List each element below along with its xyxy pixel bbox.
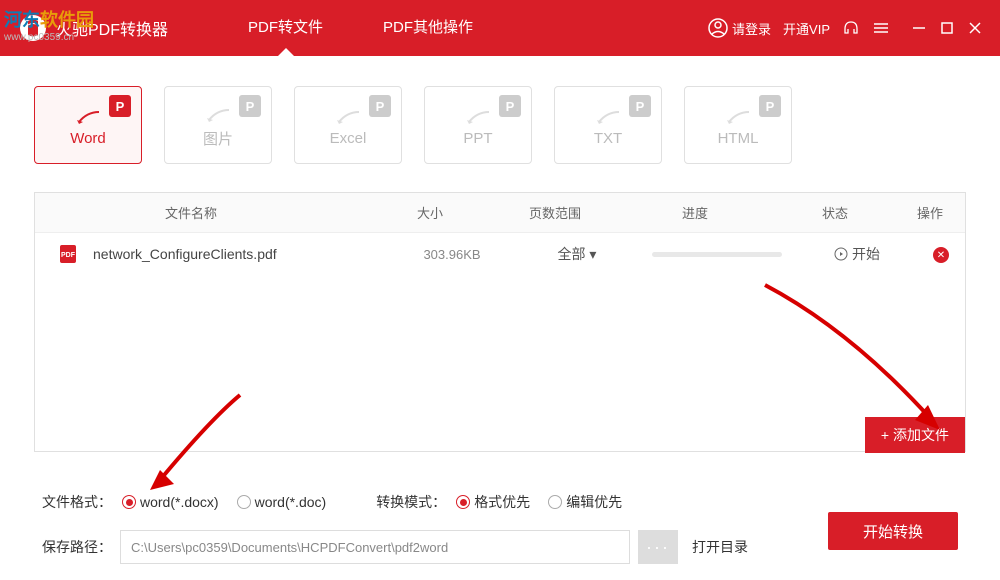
format-badge: P [759,95,781,117]
file-table: 文件名称 大小 页数范围 进度 状态 操作 PDF network_Config… [34,192,966,452]
start-row-button[interactable]: 开始 [797,244,917,264]
path-row: 保存路径： ··· 打开目录 [42,530,958,564]
login-button[interactable]: 请登录 [708,18,771,38]
menu-icon[interactable] [872,19,890,37]
headphone-icon[interactable] [842,19,860,37]
watermark: 河东软件园 www.pc0359.cn [4,6,94,43]
open-dir-link[interactable]: 打开目录 [692,537,748,557]
format-label: 图片 [203,128,233,149]
swoosh-icon [333,110,363,126]
header-right: 请登录 开通VIP [708,18,982,38]
radio-doc[interactable]: word(*.doc) [237,494,327,510]
format-cards: P Word P 图片 P Excel P PPT P TXT P HTML [0,56,1000,184]
delete-row-button[interactable]: ✕ [933,247,949,263]
format-card-html[interactable]: P HTML [684,86,792,164]
radio-docx[interactable]: word(*.docx) [122,494,219,510]
header-tabs: PDF转文件 PDF其他操作 [218,0,503,56]
swoosh-icon [593,110,623,126]
swoosh-icon [203,108,233,124]
play-icon [834,247,848,261]
th-range: 页数范围 [495,203,615,222]
watermark-url: www.pc0359.cn [4,32,94,43]
file-name: network_ConfigureClients.pdf [79,246,387,262]
save-path-input[interactable] [120,530,630,564]
start-convert-button[interactable]: 开始转换 [828,512,958,550]
radio-dot-icon [237,495,251,509]
plus-icon: + [881,427,889,443]
format-badge: P [369,95,391,117]
watermark-title: 河东软件园 [4,6,94,32]
app-header: 火驰PDF转换器 PDF转文件 PDF其他操作 请登录 开通VIP [0,0,1000,56]
tab-pdf-other[interactable]: PDF其他操作 [353,0,503,56]
window-controls [912,21,982,35]
radio-dot-icon [122,495,136,509]
format-card-excel[interactable]: P Excel [294,86,402,164]
chevron-down-icon: ▾ [586,246,597,262]
radio-dot-icon [548,495,562,509]
radio-dot-icon [456,495,470,509]
format-label: PPT [463,130,492,147]
close-icon[interactable] [968,21,982,35]
page-range-dropdown[interactable]: 全部 ▾ [517,244,637,264]
progress-cell [637,252,797,257]
add-file-button[interactable]: + 添加文件 [865,417,965,453]
th-action: 操作 [895,203,965,222]
path-label: 保存路径： [42,537,112,557]
radio-edit-priority[interactable]: 编辑优先 [548,492,622,512]
table-row: PDF network_ConfigureClients.pdf 303.96K… [35,233,965,275]
th-progress: 进度 [615,203,775,222]
format-label: TXT [594,130,622,147]
browse-button[interactable]: ··· [638,530,678,564]
format-card-image[interactable]: P 图片 [164,86,272,164]
swoosh-icon [463,110,493,126]
format-badge: P [239,95,261,117]
format-label: Excel [330,130,367,147]
radio-format-priority[interactable]: 格式优先 [456,492,530,512]
minimize-icon[interactable] [912,21,926,35]
format-card-ppt[interactable]: P PPT [424,86,532,164]
format-badge: P [499,95,521,117]
format-label: 文件格式： [42,492,112,512]
th-size: 大小 [365,203,495,222]
swoosh-icon [73,110,103,126]
format-card-txt[interactable]: P TXT [554,86,662,164]
action-cell: ✕ [917,245,965,264]
format-badge: P [629,95,651,117]
format-card-word[interactable]: P Word [34,86,142,164]
th-status: 状态 [775,203,895,222]
format-label: Word [70,130,106,147]
format-label: HTML [718,130,759,147]
table-header: 文件名称 大小 页数范围 进度 状态 操作 [35,193,965,233]
tab-pdf-to-file[interactable]: PDF转文件 [218,0,353,56]
user-icon [708,18,728,38]
format-badge: P [109,95,131,117]
vip-button[interactable]: 开通VIP [783,19,830,38]
option-row-format: 文件格式： word(*.docx) word(*.doc) 转换模式： 格式优… [42,492,958,512]
swoosh-icon [723,110,753,126]
progress-bar [652,252,782,257]
th-name: 文件名称 [35,203,365,222]
maximize-icon[interactable] [940,21,954,35]
file-size: 303.96KB [387,247,517,262]
format-radio-group: word(*.docx) word(*.doc) [122,494,326,510]
mode-radio-group: 格式优先 编辑优先 [456,492,622,512]
mode-label: 转换模式： [376,492,446,512]
pdf-file-icon: PDF [57,243,79,265]
svg-text:PDF: PDF [61,252,76,259]
